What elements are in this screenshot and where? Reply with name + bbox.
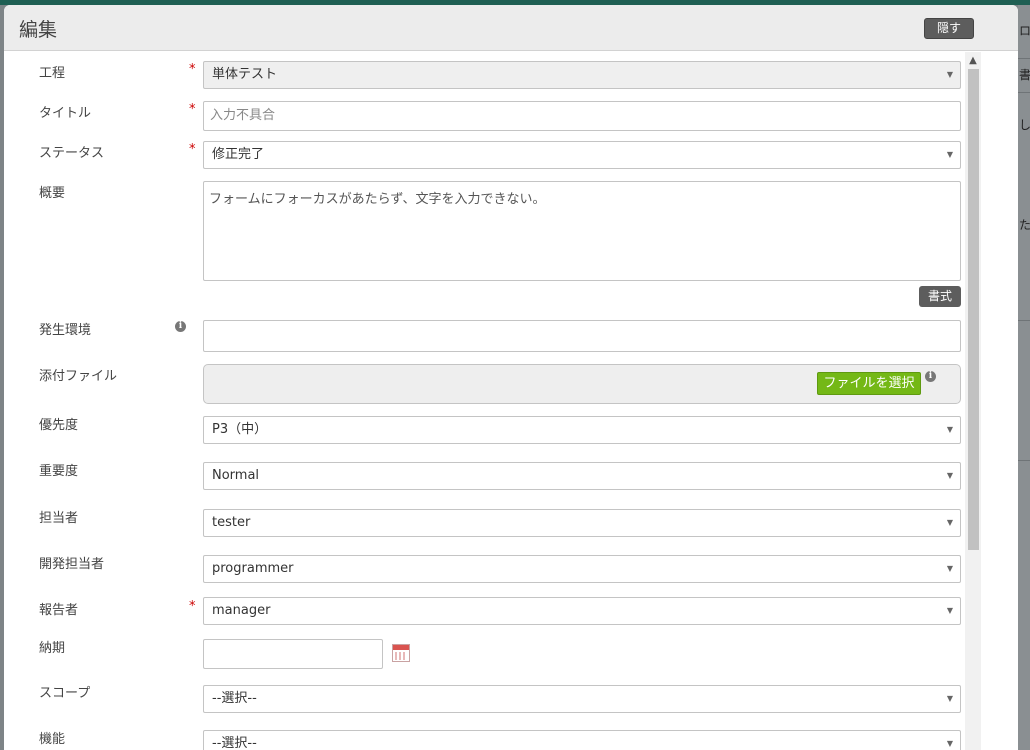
attachment-dropzone[interactable]: ファイルを選択 i [203, 364, 961, 404]
process-select[interactable]: 単体テスト ▼ [203, 61, 961, 89]
background-text: し [1019, 118, 1030, 132]
hide-button[interactable]: 隠す [924, 18, 974, 39]
calendar-icon[interactable] [392, 644, 410, 662]
info-icon[interactable]: i [925, 371, 936, 382]
feature-label: 機能 [39, 732, 66, 747]
required-mark: * [189, 599, 196, 614]
edit-dialog: 編集 隠す 工程 * 単体テスト ▼ タイトル * 入力不具合 ステータス * … [4, 5, 1018, 750]
feature-select[interactable]: --選択-- ▼ [203, 730, 961, 750]
background-divider [1018, 460, 1030, 461]
developer-label: 開発担当者 [39, 557, 105, 572]
process-label: 工程 [39, 66, 66, 81]
chevron-down-icon: ▼ [946, 425, 953, 434]
environment-input[interactable] [203, 320, 961, 352]
scope-value: --選択-- [212, 691, 257, 706]
chevron-down-icon: ▼ [946, 471, 953, 480]
developer-value: programmer [212, 561, 294, 576]
reporter-select[interactable]: manager ▼ [203, 597, 961, 625]
chevron-down-icon: ▼ [946, 694, 953, 703]
required-mark: * [189, 142, 196, 157]
priority-select[interactable]: P3（中） ▼ [203, 416, 961, 444]
scope-select[interactable]: --選択-- ▼ [203, 685, 961, 713]
assignee-value: tester [212, 515, 251, 530]
environment-label: 発生環境 [39, 323, 92, 338]
scrollbar-thumb[interactable] [968, 69, 979, 550]
title-label: タイトル [39, 106, 92, 121]
background-text: た [1019, 218, 1030, 232]
background-text: 書 [1019, 68, 1030, 82]
reporter-value: manager [212, 603, 271, 618]
status-value: 修正完了 [212, 147, 265, 162]
status-label: ステータス [39, 146, 105, 161]
priority-value: P3（中） [212, 422, 268, 437]
assignee-label: 担当者 [39, 511, 79, 526]
title-input[interactable]: 入力不具合 [203, 101, 961, 131]
background-divider [1018, 58, 1030, 59]
due-date-label: 納期 [39, 641, 66, 656]
assignee-select[interactable]: tester ▼ [203, 509, 961, 537]
priority-label: 優先度 [39, 418, 79, 433]
summary-label: 概要 [39, 186, 66, 201]
due-date-input[interactable] [203, 639, 383, 669]
reporter-label: 報告者 [39, 603, 79, 618]
required-mark: * [189, 102, 196, 117]
status-select[interactable]: 修正完了 ▼ [203, 141, 961, 169]
severity-label: 重要度 [39, 464, 79, 479]
chevron-down-icon: ▼ [946, 150, 953, 159]
background-text: ロ [1019, 24, 1030, 38]
developer-select[interactable]: programmer ▼ [203, 555, 961, 583]
format-button[interactable]: 書式 [919, 286, 961, 307]
scroll-up-icon[interactable]: ▲ [965, 54, 981, 68]
dialog-header: 編集 隠す [4, 5, 1018, 51]
required-mark: * [189, 62, 196, 77]
severity-select[interactable]: Normal ▼ [203, 462, 961, 490]
background-divider [1018, 320, 1030, 321]
chevron-down-icon: ▼ [946, 739, 953, 748]
severity-value: Normal [212, 468, 260, 483]
process-value: 単体テスト [212, 67, 278, 82]
summary-textarea[interactable]: フォームにフォーカスがあたらず、文字を入力できない。 [203, 181, 961, 281]
scope-label: スコープ [39, 686, 91, 701]
info-icon[interactable]: i [175, 321, 186, 332]
scrollbar[interactable]: ▲ [965, 52, 981, 750]
choose-file-button[interactable]: ファイルを選択 [817, 372, 921, 395]
chevron-down-icon: ▼ [946, 518, 953, 527]
feature-value: --選択-- [212, 736, 257, 750]
dialog-title: 編集 [19, 19, 58, 41]
chevron-down-icon: ▼ [946, 606, 953, 615]
background-divider [1018, 92, 1030, 93]
chevron-down-icon: ▼ [946, 564, 953, 573]
chevron-down-icon: ▼ [946, 70, 953, 79]
attachment-label: 添付ファイル [39, 369, 118, 384]
